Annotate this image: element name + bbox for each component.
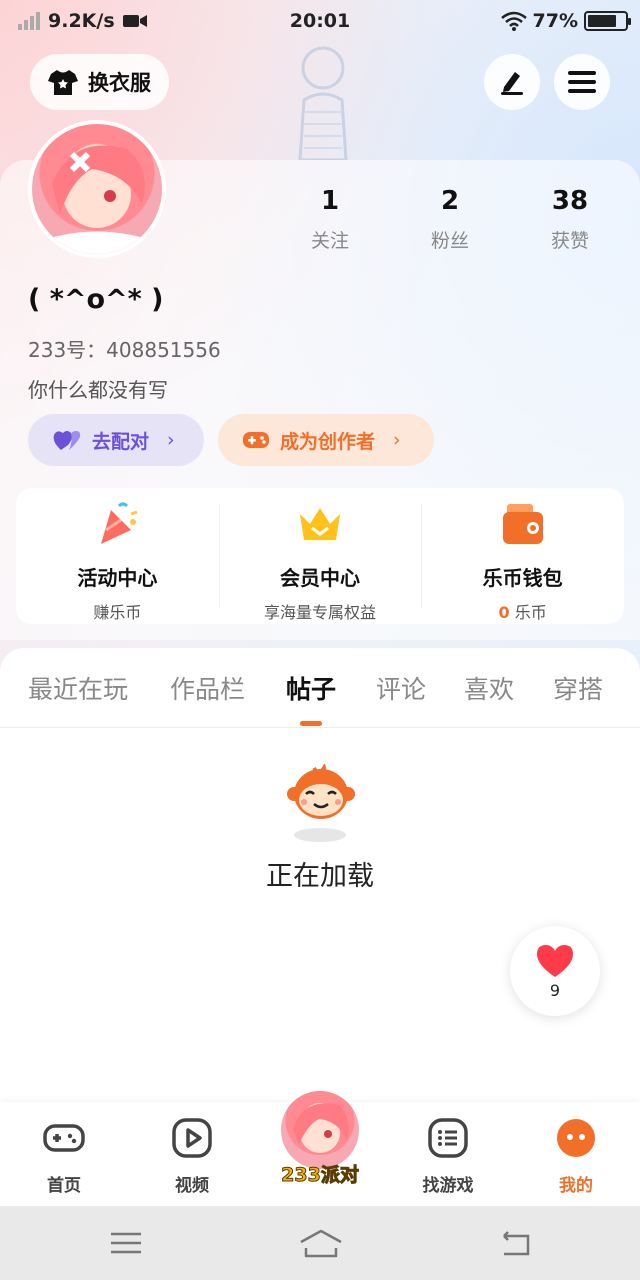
entry-title: 活动中心 — [77, 566, 158, 590]
tab-recently-played[interactable]: 最近在玩 — [28, 670, 128, 706]
nav-home[interactable]: 首页 — [9, 1116, 119, 1196]
gamepad-icon — [243, 432, 269, 448]
content-tabs: 最近在玩 作品栏 帖子 评论 喜欢 穿搭 — [0, 648, 640, 728]
activity-center-entry[interactable]: 活动中心 赚乐币 — [16, 488, 219, 624]
avatar-illustration — [32, 145, 162, 254]
home-icon[interactable] — [298, 1226, 344, 1260]
like-count: 9 — [549, 980, 561, 1000]
chevron-right-icon: › — [167, 429, 175, 451]
stat-value: 1 — [320, 186, 340, 216]
back-icon[interactable] — [496, 1226, 536, 1260]
become-creator-button[interactable]: 成为创作者 › — [218, 414, 434, 466]
recent-apps-icon[interactable] — [106, 1226, 146, 1260]
coin-unit: 乐币 — [514, 603, 547, 622]
match-label: 去配对 — [92, 430, 150, 453]
tab-label: 最近在玩 — [28, 675, 129, 704]
nav-party-label[interactable]: 233派对 — [268, 1160, 372, 1187]
coin-wallet-entry[interactable]: 乐币钱包 0 乐币 — [421, 488, 624, 624]
tab-label: 帖子 — [286, 675, 337, 704]
status-bar: 9.2K/s 20:01 77% — [0, 0, 640, 44]
monkey-mascot-icon — [287, 764, 355, 819]
entry-subtitle: 赚乐币 — [93, 603, 142, 622]
stat-followers[interactable]: 2 粉丝 — [390, 186, 510, 253]
tshirt-icon — [48, 70, 78, 95]
tab-label: 穿搭 — [553, 675, 604, 704]
stat-following[interactable]: 1 关注 — [270, 186, 390, 253]
double-heart-icon — [53, 431, 81, 450]
user-id: 233号：408851556 — [28, 338, 221, 362]
avatar-silhouette — [298, 46, 348, 160]
profile-face-icon — [557, 1119, 595, 1157]
stat-value: 2 — [440, 186, 460, 216]
stat-label: 关注 — [310, 230, 349, 252]
system-nav-bar — [0, 1206, 640, 1280]
become-creator-label: 成为创作者 — [280, 430, 376, 453]
stat-label: 粉丝 — [430, 230, 469, 252]
like-floating-button[interactable]: 9 — [510, 926, 600, 1016]
change-outfit-label: 换衣服 — [88, 71, 151, 95]
entry-subtitle: 0 乐币 — [421, 599, 624, 623]
play-icon — [172, 1118, 212, 1158]
nav-me[interactable]: 我的 — [521, 1116, 631, 1196]
tab-label: 作品栏 — [170, 675, 246, 704]
entry-subtitle: 享海量专属权益 — [264, 603, 377, 622]
match-button[interactable]: 去配对 › — [28, 414, 204, 466]
loading-text: 正在加载 — [266, 861, 374, 892]
nav-label: 我的 — [559, 1176, 593, 1196]
pencil-icon — [501, 72, 523, 95]
posts-content: 正在加载 9 — [0, 728, 640, 1102]
nav-label: 找游戏 — [422, 1176, 474, 1196]
bio: 你什么都没有写 — [28, 378, 168, 402]
member-center-entry[interactable]: 会员中心 享海量专属权益 — [218, 488, 422, 624]
nav-find-games[interactable]: 找游戏 — [393, 1116, 503, 1196]
tab-label: 喜欢 — [464, 675, 515, 704]
stat-likes[interactable]: 38 获赞 — [510, 186, 630, 253]
active-tab-indicator — [300, 721, 322, 726]
change-outfit-button[interactable]: 换衣服 — [30, 54, 169, 110]
menu-icon — [568, 71, 596, 93]
tab-works[interactable]: 作品栏 — [170, 670, 245, 706]
wifi-icon — [500, 11, 527, 31]
list-icon — [428, 1118, 468, 1158]
nav-video[interactable]: 视频 — [137, 1116, 247, 1196]
avatar[interactable] — [28, 120, 166, 258]
stat-value: 38 — [551, 186, 589, 216]
battery-icon — [584, 11, 631, 31]
avatar-party-icon — [293, 1103, 349, 1153]
quick-entries: 活动中心 赚乐币 会员中心 享海量专属权益 乐币钱包 0 乐币 — [16, 488, 624, 624]
party-popper-icon — [101, 502, 138, 544]
nav-label: 首页 — [47, 1176, 81, 1196]
stat-label: 获赞 — [550, 230, 589, 252]
tab-outfits[interactable]: 穿搭 — [553, 670, 603, 706]
wallet-icon — [502, 504, 543, 544]
entry-title: 乐币钱包 — [482, 566, 563, 590]
entry-title: 会员中心 — [280, 566, 360, 590]
edit-profile-button[interactable] — [484, 54, 540, 110]
profile-stats: 1 关注 2 粉丝 38 获赞 — [270, 186, 630, 253]
chevron-right-icon: › — [393, 429, 401, 451]
heart-icon — [537, 944, 573, 977]
nav-label: 视频 — [175, 1176, 209, 1196]
nickname: ( *^o^* ) — [28, 284, 164, 315]
tab-posts[interactable]: 帖子 — [286, 670, 337, 726]
mascot-shadow — [294, 828, 346, 842]
gamepad-icon — [43, 1124, 85, 1152]
menu-button[interactable] — [554, 54, 610, 110]
battery-percent: 77% — [532, 10, 578, 32]
crown-icon — [300, 508, 340, 540]
tab-label: 评论 — [376, 675, 427, 704]
coin-balance: 0 — [498, 603, 510, 622]
tab-comments[interactable]: 评论 — [376, 670, 426, 706]
tab-likes[interactable]: 喜欢 — [464, 670, 514, 706]
